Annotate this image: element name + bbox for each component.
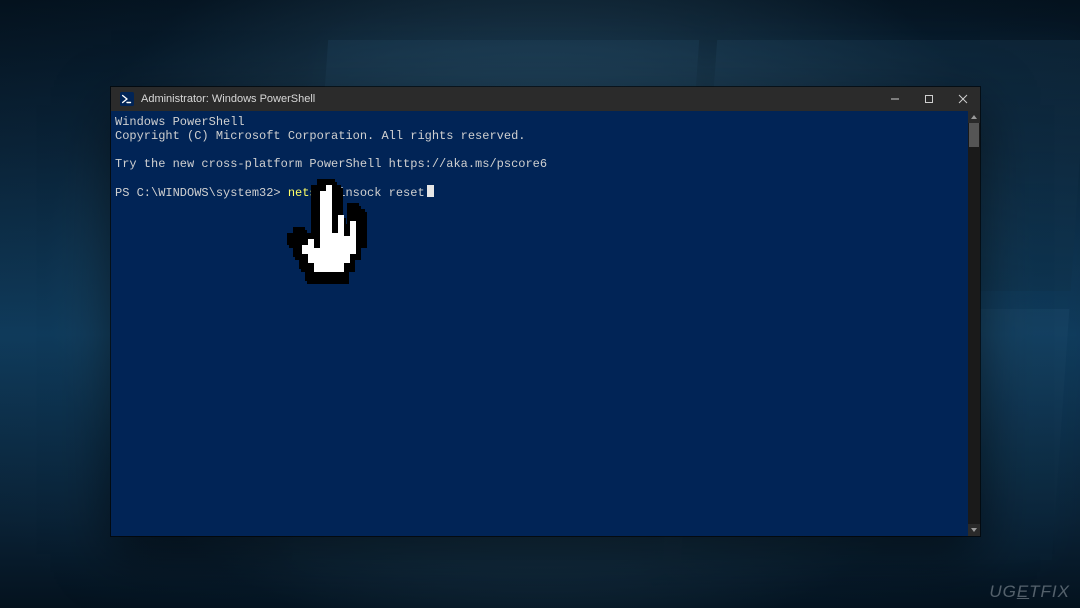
minimize-button[interactable] [878,87,912,111]
scroll-down-button[interactable] [968,524,980,536]
console-output[interactable]: Windows PowerShell Copyright (C) Microso… [111,111,968,536]
maximize-button[interactable] [912,87,946,111]
powershell-icon [119,91,135,107]
vertical-scrollbar[interactable] [968,111,980,536]
console-line: Try the new cross-platform PowerShell ht… [115,157,547,171]
window-title: Administrator: Windows PowerShell [141,93,315,105]
console-prompt: PS C:\WINDOWS\system32> [115,186,288,200]
titlebar[interactable]: Administrator: Windows PowerShell [111,87,980,111]
powershell-window: Administrator: Windows PowerShell Window… [111,87,980,536]
console-line: Windows PowerShell [115,115,245,129]
close-button[interactable] [946,87,980,111]
scroll-up-button[interactable] [968,111,980,123]
watermark-text: UGETFIX [989,582,1070,602]
console-line: Copyright (C) Microsoft Corporation. All… [115,129,525,143]
scroll-track[interactable] [968,123,980,524]
text-cursor [427,185,434,197]
hand-cursor-icon [284,176,380,296]
desktop-background: Administrator: Windows PowerShell Window… [0,0,1080,608]
scroll-thumb[interactable] [969,123,979,147]
